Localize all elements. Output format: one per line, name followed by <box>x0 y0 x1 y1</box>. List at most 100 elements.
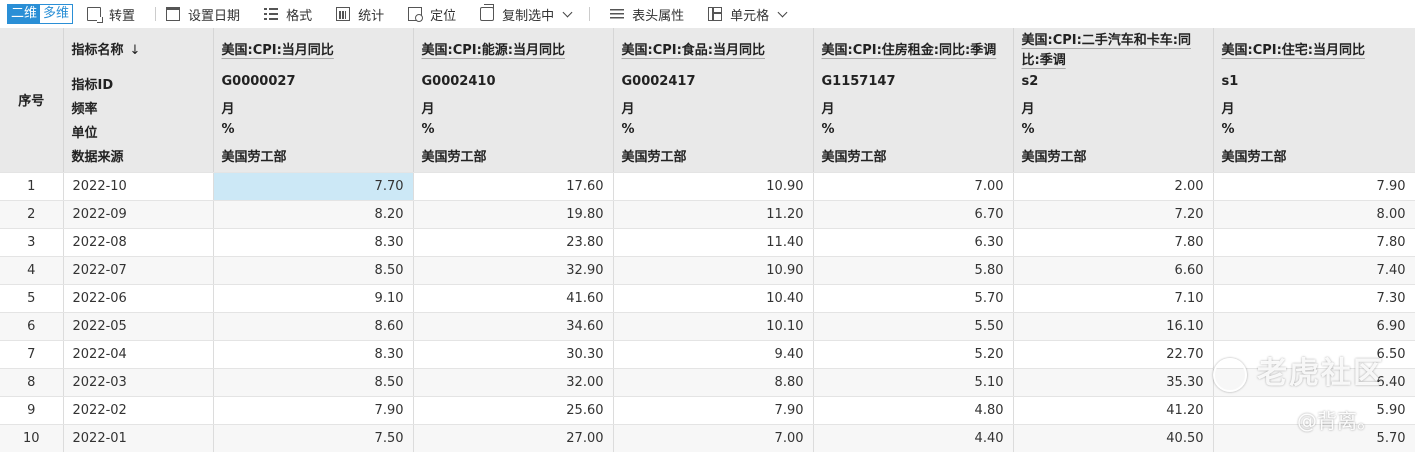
table-row[interactable]: 5 2022-06 9.10 41.60 10.40 5.70 7.10 7.30 <box>0 284 1415 313</box>
value-cell[interactable]: 41.60 <box>413 284 614 313</box>
value-cell[interactable]: 10.40 <box>613 284 814 313</box>
column-name[interactable]: 美国:CPI:当月同比 <box>222 41 334 61</box>
value-cell[interactable]: 7.90 <box>213 396 414 425</box>
value-cell[interactable]: 32.00 <box>413 368 614 397</box>
value-cell[interactable]: 6.60 <box>1013 256 1214 285</box>
value-cell[interactable]: 27.00 <box>413 424 614 452</box>
value-cell[interactable]: 5.80 <box>813 256 1014 285</box>
value-cell[interactable]: 9.10 <box>213 284 414 313</box>
row-index-cell[interactable]: 5 <box>0 284 64 313</box>
value-cell[interactable]: 7.70 <box>213 172 414 201</box>
value-cell[interactable]: 7.50 <box>213 424 414 452</box>
date-cell[interactable]: 2022-09 <box>63 200 214 229</box>
mode-2d-button[interactable]: 二维 <box>8 5 41 23</box>
value-cell[interactable]: 41.20 <box>1013 396 1214 425</box>
date-cell[interactable]: 2022-07 <box>63 256 214 285</box>
value-cell[interactable]: 5.20 <box>813 340 1014 369</box>
value-cell[interactable]: 8.50 <box>213 368 414 397</box>
set-date-button[interactable]: 设置日期 <box>166 0 240 28</box>
value-cell[interactable]: 34.60 <box>413 312 614 341</box>
value-cell[interactable]: 19.80 <box>413 200 614 229</box>
row-index-cell[interactable]: 1 <box>0 172 64 201</box>
mode-multi-button[interactable]: 多维 <box>40 5 73 23</box>
value-cell[interactable]: 7.80 <box>1013 228 1214 257</box>
date-cell[interactable]: 2022-04 <box>63 340 214 369</box>
value-cell[interactable]: 23.80 <box>413 228 614 257</box>
format-button[interactable]: 格式 <box>264 0 312 28</box>
value-cell[interactable]: 40.50 <box>1013 424 1214 452</box>
date-cell[interactable]: 2022-03 <box>63 368 214 397</box>
table-row[interactable]: 1 2022-10 7.70 17.60 10.90 7.00 2.00 7.90 <box>0 172 1415 201</box>
value-cell[interactable]: 7.90 <box>1213 172 1415 201</box>
copy-selection-button[interactable]: 复制选中 <box>480 0 573 28</box>
stats-button[interactable]: 统计 <box>336 0 384 28</box>
column-header[interactable]: 美国:CPI:能源:当月同比 G0002410 月 % 美国劳工部 <box>413 28 614 173</box>
table-row[interactable]: 6 2022-05 8.60 34.60 10.10 5.50 16.10 6.90 <box>0 312 1415 341</box>
value-cell[interactable]: 2.00 <box>1013 172 1214 201</box>
column-name[interactable]: 美国:CPI:住宅:当月同比 <box>1222 41 1366 61</box>
column-name[interactable]: 美国:CPI:食品:当月同比 <box>622 41 766 61</box>
row-index-cell[interactable]: 6 <box>0 312 64 341</box>
table-row[interactable]: 4 2022-07 8.50 32.90 10.90 5.80 6.60 7.40 <box>0 256 1415 285</box>
value-cell[interactable]: 35.30 <box>1013 368 1214 397</box>
value-cell[interactable]: 7.80 <box>1213 228 1415 257</box>
value-cell[interactable]: 10.10 <box>613 312 814 341</box>
date-cell[interactable]: 2022-01 <box>63 424 214 452</box>
cell-button[interactable]: 单元格 <box>708 0 788 28</box>
transpose-button[interactable]: 转置 <box>87 0 135 28</box>
date-cell[interactable]: 2022-08 <box>63 228 214 257</box>
value-cell[interactable]: 5.10 <box>813 368 1014 397</box>
date-cell[interactable]: 2022-06 <box>63 284 214 313</box>
value-cell[interactable]: 8.50 <box>213 256 414 285</box>
value-cell[interactable]: 5.70 <box>813 284 1014 313</box>
value-cell[interactable]: 7.10 <box>1013 284 1214 313</box>
value-cell[interactable]: 7.20 <box>1013 200 1214 229</box>
table-row[interactable]: 3 2022-08 8.30 23.80 11.40 6.30 7.80 7.80 <box>0 228 1415 257</box>
column-header[interactable]: 美国:CPI:二手汽车和卡车:同比:季调 s2 月 % 美国劳工部 <box>1013 28 1214 173</box>
value-cell[interactable]: 9.40 <box>613 340 814 369</box>
value-cell[interactable]: 4.40 <box>813 424 1014 452</box>
value-cell[interactable]: 8.20 <box>213 200 414 229</box>
table-row[interactable]: 8 2022-03 8.50 32.00 8.80 5.10 35.30 6.40 <box>0 368 1415 397</box>
value-cell[interactable]: 11.40 <box>613 228 814 257</box>
value-cell[interactable]: 22.70 <box>1013 340 1214 369</box>
column-header[interactable]: 美国:CPI:食品:当月同比 G0002417 月 % 美国劳工部 <box>613 28 814 173</box>
value-cell[interactable]: 4.80 <box>813 396 1014 425</box>
column-name[interactable]: 美国:CPI:住房租金:同比:季调 <box>822 41 997 61</box>
row-index-cell[interactable]: 3 <box>0 228 64 257</box>
value-cell[interactable]: 6.70 <box>813 200 1014 229</box>
value-cell[interactable]: 7.00 <box>813 172 1014 201</box>
column-header[interactable]: 美国:CPI:住宅:当月同比 s1 月 % 美国劳工部 <box>1213 28 1415 173</box>
date-cell[interactable]: 2022-05 <box>63 312 214 341</box>
value-cell[interactable]: 6.90 <box>1213 312 1415 341</box>
value-cell[interactable]: 7.90 <box>613 396 814 425</box>
column-header[interactable]: 美国:CPI:住房租金:同比:季调 G1157147 月 % 美国劳工部 <box>813 28 1014 173</box>
value-cell[interactable]: 17.60 <box>413 172 614 201</box>
table-row[interactable]: 10 2022-01 7.50 27.00 7.00 4.40 40.50 5.70 <box>0 424 1415 452</box>
locate-button[interactable]: 定位 <box>408 0 456 28</box>
value-cell[interactable]: 8.60 <box>213 312 414 341</box>
value-cell[interactable]: 8.30 <box>213 340 414 369</box>
value-cell[interactable]: 11.20 <box>613 200 814 229</box>
column-name[interactable]: 美国:CPI:能源:当月同比 <box>422 41 566 61</box>
value-cell[interactable]: 8.30 <box>213 228 414 257</box>
value-cell[interactable]: 6.30 <box>813 228 1014 257</box>
value-cell[interactable]: 8.80 <box>613 368 814 397</box>
value-cell[interactable]: 16.10 <box>1013 312 1214 341</box>
indicator-name-label[interactable]: 指标名称 ↓ <box>72 41 141 61</box>
row-index-cell[interactable]: 10 <box>0 424 64 452</box>
row-index-cell[interactable]: 4 <box>0 256 64 285</box>
header-props-button[interactable]: 表头属性 <box>610 0 684 28</box>
sort-arrow-icon[interactable]: ↓ <box>130 43 141 58</box>
value-cell[interactable]: 10.90 <box>613 172 814 201</box>
row-index-cell[interactable]: 8 <box>0 368 64 397</box>
table-row[interactable]: 7 2022-04 8.30 30.30 9.40 5.20 22.70 6.50 <box>0 340 1415 369</box>
row-index-cell[interactable]: 7 <box>0 340 64 369</box>
row-index-cell[interactable]: 9 <box>0 396 64 425</box>
date-cell[interactable]: 2022-10 <box>63 172 214 201</box>
value-cell[interactable]: 7.40 <box>1213 256 1415 285</box>
value-cell[interactable]: 30.30 <box>413 340 614 369</box>
date-cell[interactable]: 2022-02 <box>63 396 214 425</box>
table-row[interactable]: 9 2022-02 7.90 25.60 7.90 4.80 41.20 5.90 <box>0 396 1415 425</box>
value-cell[interactable]: 7.30 <box>1213 284 1415 313</box>
